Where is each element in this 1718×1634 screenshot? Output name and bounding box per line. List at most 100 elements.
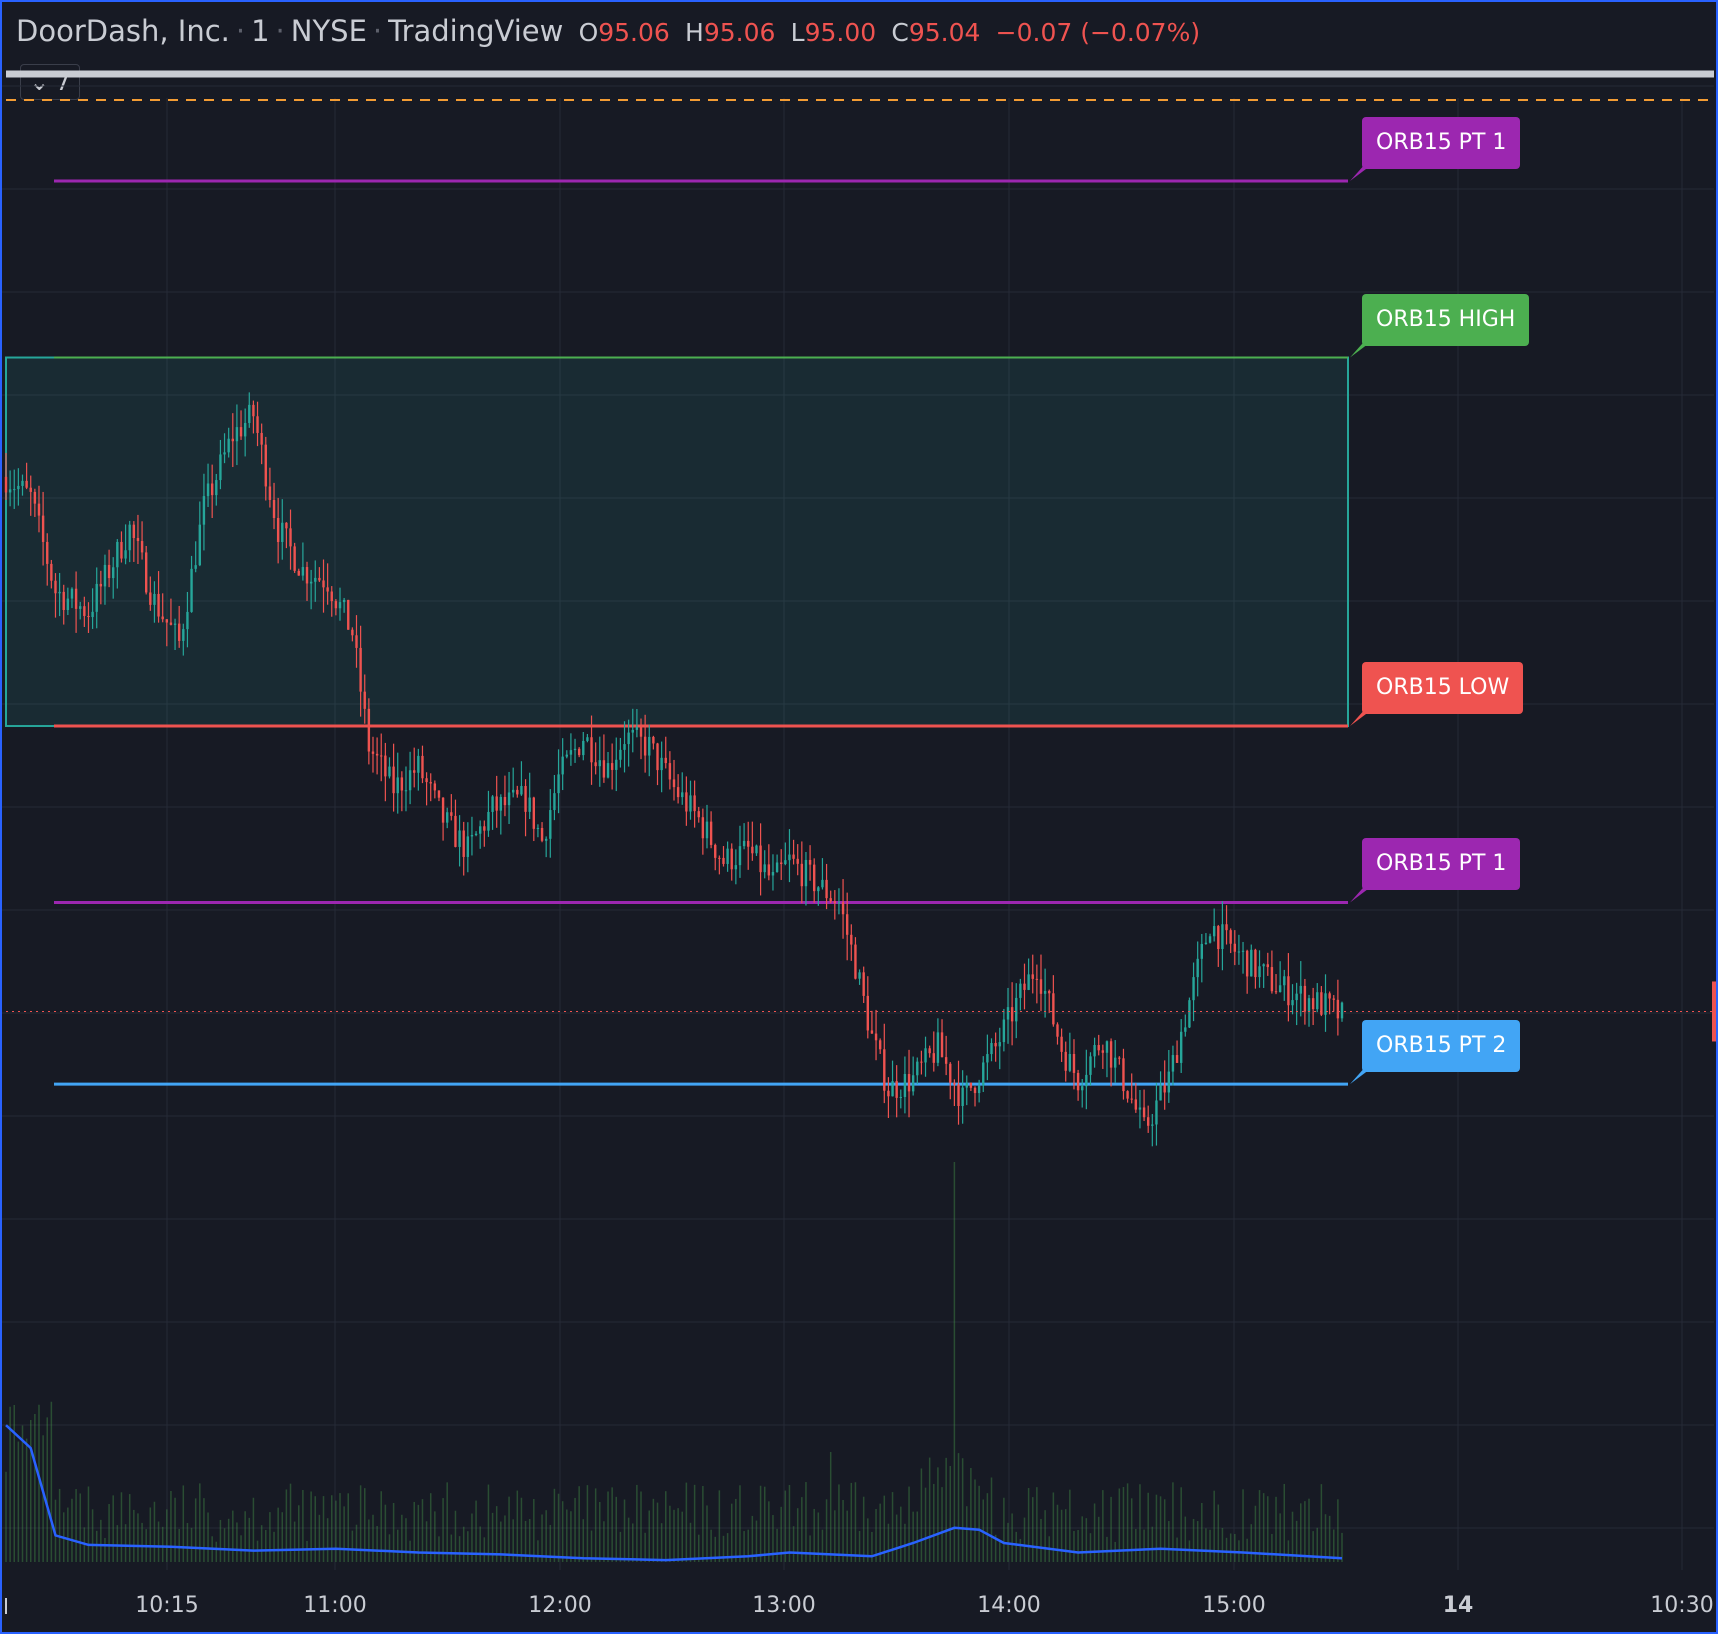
candle-body xyxy=(1336,999,1340,1019)
candle-body xyxy=(705,821,709,839)
candle-body xyxy=(21,480,24,486)
candle-body xyxy=(66,598,70,611)
candle-body xyxy=(862,972,865,996)
candle-body xyxy=(1015,997,1018,1022)
candle-body xyxy=(742,840,746,847)
candle-body xyxy=(239,427,243,437)
candle-body xyxy=(549,810,552,839)
candle-body xyxy=(631,729,634,733)
candle-body xyxy=(190,568,193,612)
candle-body xyxy=(899,1096,902,1098)
candle-body xyxy=(582,740,585,756)
candle-body xyxy=(1287,976,1290,1006)
candle-body xyxy=(462,830,465,857)
candle-body xyxy=(29,487,32,492)
candle-body xyxy=(1245,950,1249,977)
candle-body xyxy=(421,755,424,779)
candle-body xyxy=(318,577,321,581)
candle-body xyxy=(1332,998,1335,1000)
candle-body xyxy=(714,844,717,858)
candle-body xyxy=(149,592,152,605)
candle-body xyxy=(648,736,651,756)
candle-body xyxy=(730,848,733,870)
price-chart[interactable]: 10:15 11:00 12:00 13:00 14:00 15:00 14 10:30 xyxy=(2,2,1716,1632)
candle-body xyxy=(973,1087,977,1094)
candle-body xyxy=(1101,1050,1105,1053)
candle-body xyxy=(932,1053,935,1063)
candle-body xyxy=(169,622,173,625)
candle-body xyxy=(120,541,123,559)
candle-body xyxy=(969,1082,973,1088)
candle-body xyxy=(99,583,103,587)
candle-body xyxy=(693,795,696,812)
candle-body xyxy=(483,826,486,831)
candle-body xyxy=(672,779,676,788)
candle-body xyxy=(751,846,754,854)
x-tick-label-1: 11:00 xyxy=(303,1593,366,1618)
candle-body xyxy=(1134,1099,1138,1110)
candle-body xyxy=(1188,1000,1191,1028)
candle-body xyxy=(1060,1036,1063,1052)
candle-body xyxy=(165,619,169,623)
candle-body xyxy=(25,480,28,488)
candle-body xyxy=(1151,1124,1154,1126)
candle-body xyxy=(924,1048,927,1063)
candle-body xyxy=(1200,943,1204,959)
candle-body xyxy=(858,972,861,979)
candle-body xyxy=(528,797,531,812)
candle-body xyxy=(1072,1054,1076,1073)
candle-body xyxy=(532,797,536,829)
candle-body xyxy=(883,1049,886,1091)
candle-body xyxy=(87,615,90,618)
candle-body xyxy=(610,763,614,770)
candle-body xyxy=(1316,992,1319,1010)
candle-body xyxy=(511,789,515,793)
candle-body xyxy=(276,517,280,543)
candle-body xyxy=(994,1043,997,1047)
candle-body xyxy=(1118,1057,1121,1059)
candle-body xyxy=(326,587,329,592)
candle-body xyxy=(812,864,816,892)
candle-body xyxy=(227,438,230,453)
level-tag-low-2: ORB15 LOW xyxy=(1362,662,1524,715)
candle-body xyxy=(870,1030,874,1034)
candle-body xyxy=(1023,983,1026,990)
candle-body xyxy=(1184,1027,1187,1032)
candle-body xyxy=(907,1074,911,1092)
candle-body xyxy=(1328,993,1331,999)
candle-body xyxy=(565,754,568,757)
candle-body xyxy=(268,486,272,500)
candle-body xyxy=(759,845,762,873)
candle-body xyxy=(1171,1055,1175,1072)
candle-body xyxy=(425,778,428,783)
candle-body xyxy=(1043,990,1047,994)
candle-body xyxy=(136,538,140,542)
candle-body xyxy=(1291,1000,1294,1006)
candle-body xyxy=(540,827,544,841)
x-tick-label-0: 10:15 xyxy=(135,1593,198,1618)
candle-body xyxy=(330,591,333,602)
candle-body xyxy=(792,854,795,859)
candle-body xyxy=(1093,1045,1096,1057)
candle-body xyxy=(800,863,804,887)
candle-body xyxy=(903,1074,907,1097)
candle-body xyxy=(116,541,119,568)
candle-body xyxy=(384,755,387,777)
candle-body xyxy=(1311,998,1315,1010)
candle-body xyxy=(157,593,160,617)
candle-body xyxy=(309,581,313,584)
candle-body xyxy=(561,756,564,775)
candle-body xyxy=(1208,936,1212,943)
candle-body xyxy=(944,1057,948,1064)
candle-body xyxy=(520,786,523,795)
candle-body xyxy=(342,599,346,603)
candle-body xyxy=(74,588,78,609)
candle-body xyxy=(685,792,688,812)
candle-body xyxy=(821,879,824,888)
candle-body xyxy=(516,789,519,795)
candle-body xyxy=(709,821,713,845)
candle-body xyxy=(478,826,482,834)
candle-body xyxy=(775,862,779,873)
candle-body xyxy=(322,580,325,588)
candle-body xyxy=(664,757,667,764)
